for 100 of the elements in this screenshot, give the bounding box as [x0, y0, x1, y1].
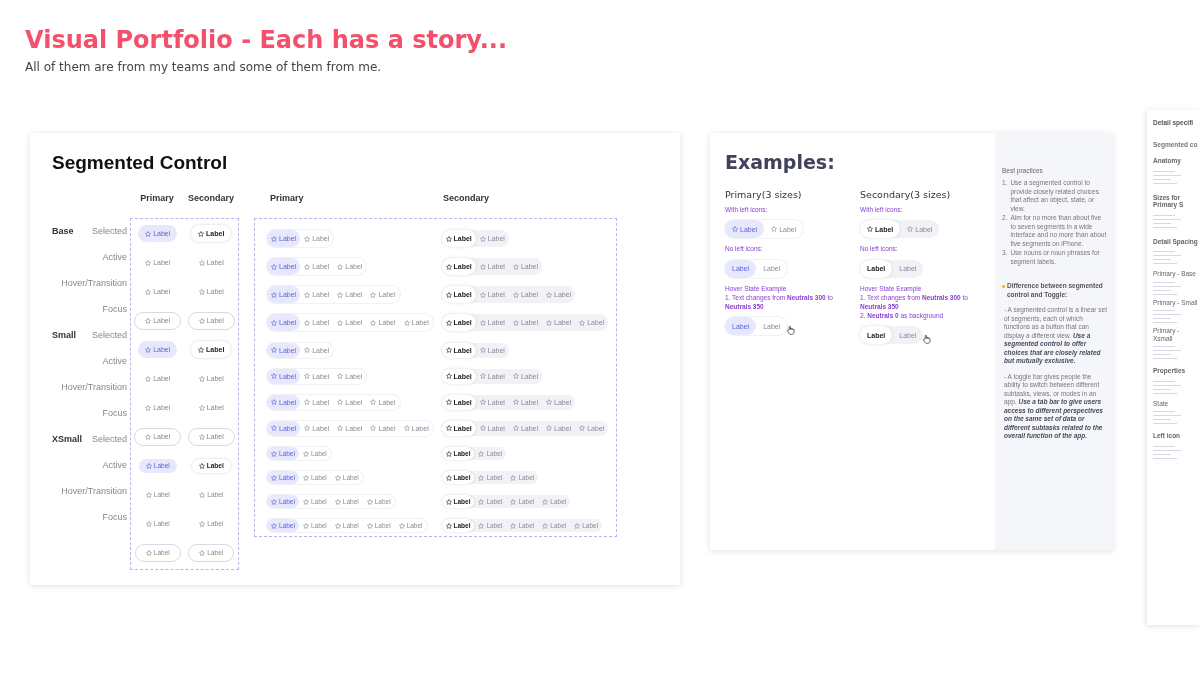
- text-lines-drawing: [1153, 280, 1183, 295]
- star-icon: [145, 317, 152, 324]
- star-icon: [445, 291, 452, 298]
- star-icon: [370, 291, 377, 298]
- star-icon: [445, 373, 452, 380]
- star-icon: [271, 291, 277, 298]
- star-icon: [199, 549, 206, 556]
- column-heading: Secondary(3 sizes): [860, 189, 952, 200]
- star-icon: [479, 235, 486, 242]
- star-icon: [145, 549, 152, 556]
- star-icon: [198, 230, 205, 237]
- star-icon: [302, 522, 309, 529]
- star-icon: [198, 462, 205, 469]
- star-icon: [732, 226, 738, 232]
- star-icon: [337, 399, 344, 406]
- star-icon: [337, 291, 344, 298]
- star-icon: [478, 474, 485, 481]
- text-lines-drawing: [1153, 345, 1183, 359]
- star-icon: [304, 399, 311, 406]
- star-icon: [271, 347, 277, 354]
- star-icon: [337, 373, 344, 380]
- star-icon: [512, 399, 519, 406]
- star-icon: [445, 319, 452, 326]
- state-label: Focus: [102, 408, 127, 418]
- star-icon: [145, 491, 152, 498]
- text-lines-drawing: [1153, 248, 1183, 266]
- star-icon: [366, 498, 373, 505]
- star-icon: [479, 425, 486, 432]
- star-icon: [271, 474, 277, 481]
- star-icon: [271, 522, 277, 529]
- star-icon: [145, 375, 152, 382]
- star-icon: [271, 263, 277, 270]
- bullet-icon: [1002, 285, 1005, 288]
- star-icon: [579, 319, 586, 326]
- star-icon: [479, 319, 486, 326]
- star-icon: [302, 498, 309, 505]
- state-label: Focus: [102, 512, 127, 522]
- state-label: Hover/Transition: [61, 278, 127, 288]
- star-icon: [478, 498, 485, 505]
- star-icon: [512, 291, 519, 298]
- size-label: XSmall: [52, 434, 82, 444]
- column-header: Primary: [270, 193, 305, 205]
- state-label: Hover/Transition: [61, 486, 127, 496]
- state-label: Hover/Transition: [61, 382, 127, 392]
- star-icon: [304, 347, 311, 354]
- star-icon: [198, 259, 205, 266]
- star-icon: [479, 399, 486, 406]
- star-icon: [198, 317, 205, 324]
- star-icon: [771, 226, 778, 232]
- text-lines-drawing: [1153, 309, 1183, 323]
- star-icon: [479, 263, 486, 270]
- star-icon: [512, 263, 519, 270]
- star-icon: [512, 425, 519, 432]
- star-icon: [479, 291, 486, 298]
- star-icon: [907, 226, 914, 232]
- star-icon: [271, 399, 277, 406]
- star-icon: [337, 263, 344, 270]
- star-icon: [145, 230, 152, 237]
- star-icon: [145, 404, 152, 411]
- star-icon: [546, 319, 553, 326]
- star-icon: [574, 522, 581, 529]
- star-icon: [479, 347, 486, 354]
- star-icon: [304, 291, 311, 298]
- star-icon: [145, 433, 152, 440]
- star-icon: [271, 425, 277, 432]
- state-label: Active: [102, 252, 127, 262]
- size-label: Base: [52, 226, 74, 236]
- star-icon: [445, 425, 452, 432]
- star-icon: [199, 520, 206, 527]
- star-icon: [304, 373, 311, 380]
- star-icon: [271, 319, 277, 326]
- state-label: Selected: [91, 330, 127, 340]
- state-label: Selected: [91, 226, 127, 236]
- state-label: Focus: [102, 304, 127, 314]
- star-icon: [337, 319, 344, 326]
- star-icon: [512, 373, 519, 380]
- star-icon: [145, 288, 152, 295]
- star-icon: [334, 498, 341, 505]
- star-icon: [271, 450, 277, 457]
- star-icon: [145, 520, 152, 527]
- star-icon: [271, 235, 277, 242]
- star-icon: [445, 522, 452, 529]
- star-icon: [445, 347, 452, 354]
- star-icon: [445, 474, 452, 481]
- star-icon: [199, 491, 206, 498]
- star-icon: [304, 235, 311, 242]
- star-icon: [198, 375, 205, 382]
- page-title: Visual Portfolio - Each has a story...: [25, 26, 509, 54]
- star-icon: [510, 522, 517, 529]
- star-icon: [546, 425, 553, 432]
- star-icon: [445, 235, 452, 242]
- star-icon: [198, 346, 205, 353]
- star-icon: [445, 498, 452, 505]
- star-icon: [145, 259, 152, 266]
- state-label: Selected: [91, 434, 127, 444]
- star-icon: [445, 263, 452, 270]
- column-header: Secondary: [443, 193, 491, 205]
- star-icon: [370, 399, 377, 406]
- state-label: Active: [102, 356, 127, 366]
- star-icon: [510, 498, 517, 505]
